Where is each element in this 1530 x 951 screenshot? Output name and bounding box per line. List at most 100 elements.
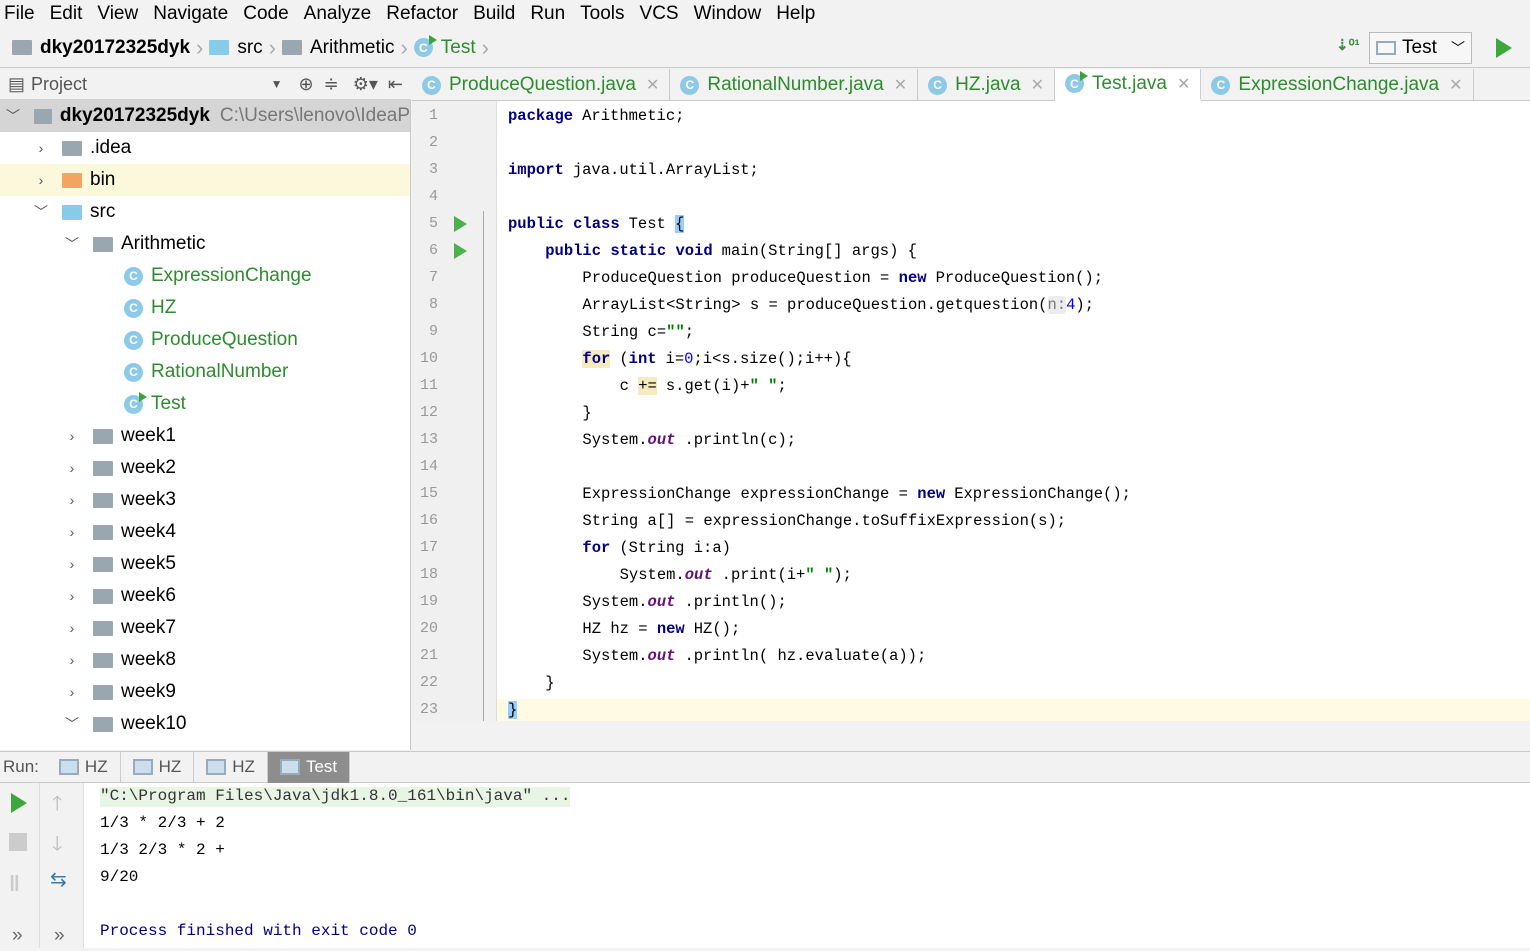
- menu-code[interactable]: Code: [243, 3, 288, 25]
- code-token: import: [508, 161, 564, 179]
- close-icon[interactable]: ✕: [1177, 74, 1190, 94]
- stop-icon[interactable]: [9, 833, 27, 851]
- code-editor[interactable]: package Arithmetic; import java.util.ArrayL…: [412, 101, 1530, 721]
- gear-icon[interactable]: ⚙▾: [353, 74, 378, 95]
- tree-item[interactable]: › week5: [0, 548, 410, 580]
- menu-file[interactable]: File: [4, 3, 35, 25]
- line-number: 15: [419, 485, 438, 502]
- close-icon[interactable]: ✕: [894, 75, 907, 95]
- menu-navigate[interactable]: Navigate: [153, 3, 228, 25]
- more-icon[interactable]: »: [12, 925, 23, 947]
- run-tab-hz[interactable]: HZ: [194, 751, 268, 783]
- menu-help[interactable]: Help: [776, 3, 815, 25]
- code-token: );: [833, 566, 852, 584]
- soft-wrap-icon[interactable]: ⇆: [50, 867, 67, 892]
- tree-item[interactable]: › bin: [0, 164, 410, 196]
- navigation-bar: dky20172325dyk › src › Arithmetic › C Test ›: [0, 28, 1530, 68]
- run-tab-hz[interactable]: HZ: [121, 751, 195, 783]
- run-tab-test[interactable]: Test: [267, 751, 351, 783]
- application-icon: [58, 759, 79, 775]
- tree-root[interactable]: ﹀ dky20172325dyk C:\Users\lenovo\IdeaP: [0, 100, 410, 132]
- tree-item[interactable]: ﹀ Arithmetic: [0, 228, 410, 260]
- code-token: .print(i+: [721, 566, 806, 584]
- menu-run[interactable]: Run: [530, 3, 565, 25]
- class-icon: C: [124, 298, 143, 318]
- folder-icon: [93, 428, 113, 444]
- run-tab-label: HZ: [158, 757, 182, 776]
- chevron-right-icon: ›: [38, 172, 44, 188]
- tree-item[interactable]: C ExpressionChange: [0, 260, 410, 292]
- tree-item[interactable]: › week1: [0, 420, 410, 452]
- class-icon: C: [422, 75, 441, 95]
- console-line: Process finished with exit code 0: [100, 922, 417, 940]
- code-line: ArrayList<String> s = produceQuestion.ge…: [508, 296, 1094, 314]
- line-number: 3: [428, 161, 438, 178]
- tab-test-java[interactable]: C Test.java ✕: [1055, 69, 1202, 101]
- breadcrumb-project[interactable]: dky20172325dyk ›: [12, 35, 203, 61]
- rerun-icon[interactable]: [11, 793, 27, 813]
- tree-item[interactable]: › week8: [0, 644, 410, 676]
- run-button[interactable]: [1496, 38, 1512, 58]
- tree-item[interactable]: › week6: [0, 580, 410, 612]
- chevron-right-icon: ›: [69, 684, 75, 700]
- menu-bar: File Edit View Navigate Code Analyze Refactor B…: [0, 0, 1530, 27]
- code-token: .println(c);: [684, 431, 797, 449]
- menu-vcs[interactable]: VCS: [640, 3, 679, 25]
- hide-icon[interactable]: ⇤: [388, 74, 403, 95]
- breadcrumb-src[interactable]: src ›: [209, 35, 276, 61]
- tree-item[interactable]: ﹀ src: [0, 196, 410, 228]
- application-icon: [206, 759, 227, 775]
- menu-edit[interactable]: Edit: [50, 3, 83, 25]
- project-panel-title[interactable]: Project: [31, 74, 87, 95]
- run-gutter-icon[interactable]: [454, 216, 467, 232]
- tree-item[interactable]: › week2: [0, 452, 410, 484]
- close-icon[interactable]: ✕: [646, 75, 659, 95]
- tab-rationalnumber-java[interactable]: C RationalNumber.java ✕: [670, 69, 919, 101]
- console-output[interactable]: "C:\Program Files\Java\jdk1.8.0_161\bin\…: [84, 783, 1530, 948]
- tree-item[interactable]: ﹀ week10: [0, 708, 410, 740]
- tree-item[interactable]: C HZ: [0, 292, 410, 324]
- close-icon[interactable]: ✕: [1031, 75, 1044, 95]
- run-gutter-icon[interactable]: [454, 243, 467, 259]
- tree-item[interactable]: › week9: [0, 676, 410, 708]
- tab-producequestion-java[interactable]: C ProduceQuestion.java ✕: [412, 69, 671, 101]
- menu-refactor[interactable]: Refactor: [386, 3, 458, 25]
- menu-window[interactable]: Window: [694, 3, 762, 25]
- tree-label: Arithmetic: [121, 233, 206, 254]
- breadcrumb-package[interactable]: Arithmetic ›: [282, 35, 408, 61]
- code-line: String c="";: [508, 323, 694, 341]
- application-icon: [279, 759, 300, 775]
- sort-icon[interactable]: ⇣⁰¹: [1336, 36, 1360, 54]
- menu-build[interactable]: Build: [473, 3, 515, 25]
- menu-view[interactable]: View: [97, 3, 138, 25]
- tree-item[interactable]: C ProduceQuestion: [0, 324, 410, 356]
- tree-item[interactable]: › week3: [0, 484, 410, 516]
- dropdown-icon[interactable]: ▼: [271, 77, 283, 91]
- tree-item[interactable]: › .idea: [0, 132, 410, 164]
- menu-tools[interactable]: Tools: [580, 3, 624, 25]
- breadcrumb-class[interactable]: C Test ›: [413, 35, 489, 61]
- tree-item[interactable]: › week7: [0, 612, 410, 644]
- run-tab-hz[interactable]: HZ: [47, 751, 121, 783]
- up-arrow-icon[interactable]: 🡑: [52, 789, 62, 823]
- run-config-select[interactable]: Test ﹀: [1369, 32, 1472, 64]
- tree-item[interactable]: › week4: [0, 516, 410, 548]
- code-token: System.: [508, 566, 685, 584]
- tab-expressionchange-java[interactable]: C ExpressionChange.java ✕: [1201, 69, 1474, 101]
- locate-icon[interactable]: ⊕: [299, 74, 314, 95]
- code-token: System.: [508, 593, 648, 611]
- pause-icon[interactable]: ‖: [9, 871, 20, 897]
- tab-label: HZ.java: [955, 74, 1021, 95]
- collapse-icon[interactable]: ≑: [324, 74, 339, 95]
- more-icon[interactable]: »: [54, 925, 65, 947]
- chevron-right-icon: ›: [69, 524, 75, 540]
- menu-analyze[interactable]: Analyze: [304, 3, 372, 25]
- code-line: System.out .println();: [508, 593, 786, 611]
- close-icon[interactable]: ✕: [1449, 75, 1462, 95]
- tree-item[interactable]: C Test: [0, 388, 410, 420]
- project-icon: ▤: [8, 73, 26, 94]
- tab-hz-java[interactable]: C HZ.java ✕: [918, 69, 1056, 101]
- class-icon: C: [124, 362, 143, 382]
- down-arrow-icon[interactable]: 🡓: [52, 829, 62, 863]
- tree-item[interactable]: C RationalNumber: [0, 356, 410, 388]
